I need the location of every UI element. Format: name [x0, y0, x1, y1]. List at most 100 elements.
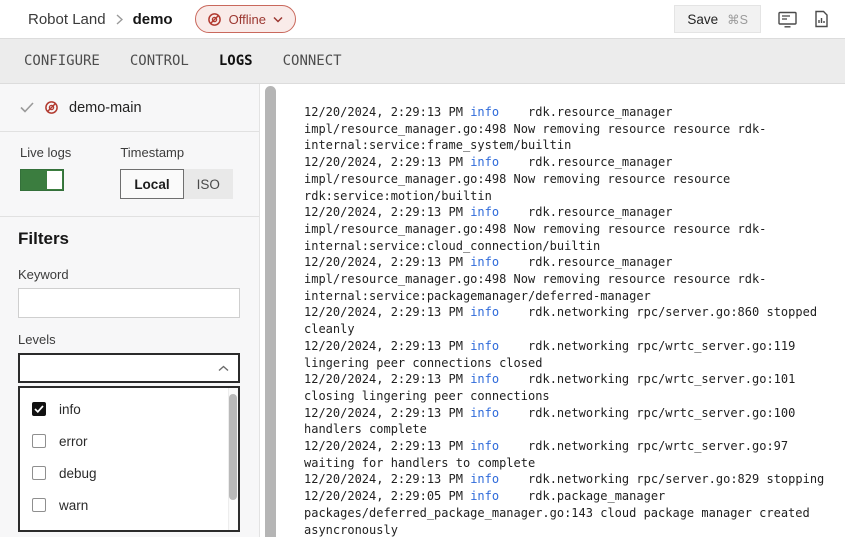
timestamp-iso-button[interactable]: ISO	[184, 169, 233, 199]
checkbox-unchecked-icon[interactable]	[32, 466, 46, 480]
checkbox-unchecked-icon[interactable]	[32, 498, 46, 512]
levels-option-error[interactable]: error	[20, 425, 238, 457]
log-location: rpc/wrtc_server.go:119	[636, 339, 795, 353]
offline-icon	[207, 12, 222, 27]
file-chart-icon[interactable]	[814, 10, 829, 28]
scrollbar-thumb[interactable]	[229, 394, 237, 500]
log-logger: rdk.networking	[528, 372, 629, 386]
log-location: impl/resource_manager.go:498	[304, 122, 506, 136]
log-timestamp: 12/20/2024, 2:29:13 PM	[304, 205, 463, 219]
monitor-icon[interactable]	[778, 11, 797, 28]
save-shortcut: ⌘S	[727, 12, 748, 27]
log-level: info	[470, 305, 499, 319]
breadcrumb-chevron-icon	[116, 14, 123, 25]
log-location: rpc/wrtc_server.go:97	[636, 439, 788, 453]
live-logs-label: Live logs	[20, 145, 71, 160]
status-chevron-down-icon	[273, 16, 283, 23]
log-entry: 12/20/2024, 2:29:13 PM info rdk.resource…	[304, 104, 840, 154]
levels-option-info[interactable]: info	[20, 393, 238, 425]
log-message: stopping	[766, 472, 824, 486]
machine-status-dropdown[interactable]: Offline	[195, 5, 296, 33]
log-logger: rdk.resource_manager	[528, 155, 673, 169]
levels-chevron-up-icon	[218, 365, 229, 372]
log-location: rpc/server.go:829	[636, 472, 759, 486]
log-message: lingering peer connections closed	[304, 356, 542, 370]
log-logger: rdk.networking	[528, 305, 629, 319]
log-location: rpc/server.go:860	[636, 305, 759, 319]
log-logger: rdk.resource_manager	[528, 205, 673, 219]
log-timestamp: 12/20/2024, 2:29:13 PM	[304, 155, 463, 169]
log-entry: 12/20/2024, 2:29:13 PM info rdk.networki…	[304, 371, 840, 404]
level-option-label: error	[59, 434, 88, 449]
log-entry: 12/20/2024, 2:29:13 PM info rdk.networki…	[304, 471, 840, 488]
levels-option-warn[interactable]: warn	[20, 489, 238, 521]
log-location: impl/resource_manager.go:498	[304, 172, 506, 186]
tab-configure[interactable]: CONFIGURE	[24, 53, 100, 69]
level-option-label: warn	[59, 498, 88, 513]
checkbox-unchecked-icon[interactable]	[32, 434, 46, 448]
logs-panel: 12/20/2024, 2:29:13 PM info rdk.resource…	[280, 84, 845, 537]
log-location: impl/resource_manager.go:498	[304, 222, 506, 236]
part-name: demo-main	[69, 100, 142, 116]
log-entry: 12/20/2024, 2:29:13 PM info rdk.networki…	[304, 438, 840, 471]
breadcrumb-org[interactable]: Robot Land	[28, 11, 106, 28]
log-location: impl/resource_manager.go:498	[304, 272, 506, 286]
log-timestamp: 12/20/2024, 2:29:13 PM	[304, 372, 463, 386]
log-timestamp: 12/20/2024, 2:29:13 PM	[304, 439, 463, 453]
logs-sidebar: demo-main Live logs Timestamp Local ISO …	[0, 84, 260, 537]
levels-select[interactable]	[18, 353, 240, 383]
levels-dropdown: info error debug warn	[18, 386, 240, 532]
log-entry: 12/20/2024, 2:29:13 PM info rdk.resource…	[304, 154, 840, 204]
log-entry: 12/20/2024, 2:29:13 PM info rdk.networki…	[304, 405, 840, 438]
levels-label: Levels	[18, 332, 241, 347]
log-logger: rdk.networking	[528, 439, 629, 453]
log-level: info	[470, 339, 499, 353]
log-location: packages/deferred_package_manager.go:143	[304, 506, 593, 520]
log-level: info	[470, 439, 499, 453]
live-logs-toggle[interactable]	[20, 169, 64, 191]
timestamp-label: Timestamp	[120, 145, 233, 160]
log-logger: rdk.networking	[528, 339, 629, 353]
save-button[interactable]: Save ⌘S	[674, 5, 761, 33]
tab-connect[interactable]: CONNECT	[283, 53, 342, 69]
log-logger: rdk.networking	[528, 406, 629, 420]
log-list: 12/20/2024, 2:29:13 PM info rdk.resource…	[280, 84, 840, 537]
log-level: info	[470, 489, 499, 503]
tab-control[interactable]: CONTROL	[130, 53, 189, 69]
main-scrollbar[interactable]	[260, 84, 280, 537]
part-row-demo-main[interactable]: demo-main	[0, 84, 259, 132]
log-entry: 12/20/2024, 2:29:13 PM info rdk.resource…	[304, 204, 840, 254]
log-timestamp: 12/20/2024, 2:29:13 PM	[304, 105, 463, 119]
log-timestamp: 12/20/2024, 2:29:13 PM	[304, 406, 463, 420]
log-logger: rdk.resource_manager	[528, 105, 673, 119]
log-timestamp: 12/20/2024, 2:29:13 PM	[304, 472, 463, 486]
log-level: info	[470, 205, 499, 219]
status-label: Offline	[229, 12, 266, 27]
breadcrumb-machine: demo	[133, 11, 173, 28]
log-entry: 12/20/2024, 2:29:13 PM info rdk.networki…	[304, 304, 840, 337]
level-option-label: debug	[59, 466, 97, 481]
levels-dropdown-scrollbar[interactable]	[228, 388, 238, 530]
log-timestamp: 12/20/2024, 2:29:13 PM	[304, 255, 463, 269]
log-level: info	[470, 105, 499, 119]
timestamp-local-button[interactable]: Local	[120, 169, 183, 199]
checkbox-checked-icon[interactable]	[32, 402, 46, 416]
keyword-label: Keyword	[18, 267, 241, 282]
log-logger: rdk.resource_manager	[528, 255, 673, 269]
log-timestamp: 12/20/2024, 2:29:13 PM	[304, 305, 463, 319]
levels-option-debug[interactable]: debug	[20, 457, 238, 489]
level-option-label: info	[59, 402, 81, 417]
save-label: Save	[687, 12, 718, 27]
log-location: rpc/wrtc_server.go:100	[636, 406, 795, 420]
tab-logs[interactable]: LOGS	[219, 53, 253, 69]
log-message: closing lingering peer connections	[304, 389, 550, 403]
keyword-input[interactable]	[18, 288, 240, 318]
timestamp-segmented-control: Local ISO	[120, 169, 233, 199]
main-scrollbar-thumb[interactable]	[265, 86, 276, 537]
filters-title: Filters	[18, 229, 241, 249]
part-offline-icon	[44, 100, 59, 115]
log-level: info	[470, 472, 499, 486]
log-message: handlers complete	[304, 422, 427, 436]
log-level: info	[470, 255, 499, 269]
log-logger: rdk.networking	[528, 472, 629, 486]
